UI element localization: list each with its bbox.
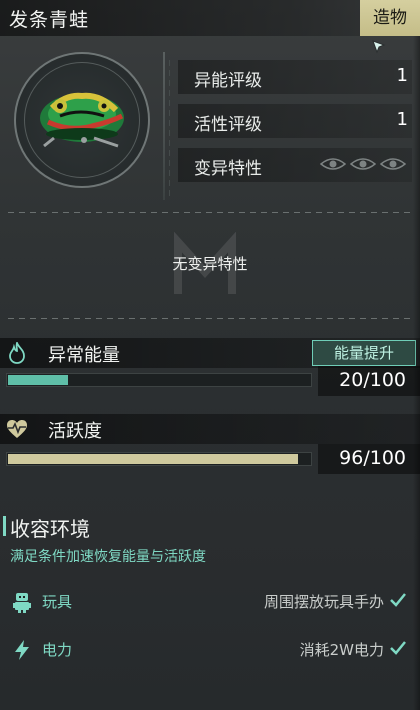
containment-accent — [3, 516, 6, 536]
stat-label: 变异特性 — [194, 159, 262, 179]
portrait-divider-dash — [169, 60, 170, 200]
toy-robot-icon — [13, 593, 31, 613]
mouse-cursor-icon — [372, 40, 386, 54]
stat-label: 活性评级 — [194, 115, 262, 135]
category-tag: 造物 — [360, 0, 420, 36]
eye-icon — [350, 158, 376, 170]
no-mutation-text: 无变异特性 — [172, 255, 248, 273]
mutation-slots — [320, 157, 406, 171]
energy-label: 异常能量 — [48, 345, 120, 366]
energy-value-box: 20/100 — [318, 366, 420, 396]
condition-row-power: 电力 消耗2W电力 — [0, 630, 420, 670]
containment-title: 收容环境 — [10, 517, 90, 541]
condition-name: 电力 — [42, 641, 73, 659]
header-bar: 发条青蛙 造物 — [0, 0, 420, 36]
eye-icon — [320, 158, 346, 170]
divider-top — [8, 212, 412, 213]
energy-bar — [6, 373, 312, 387]
activity-bar — [6, 452, 312, 466]
activity-value: 96/100 — [339, 447, 406, 469]
portrait-divider — [163, 52, 165, 200]
activity-value-box: 96/100 — [318, 444, 420, 474]
eye-icon — [380, 158, 406, 170]
stat-value: 1 — [396, 65, 408, 86]
divider-bottom — [8, 318, 412, 319]
creature-name: 发条青蛙 — [9, 9, 90, 31]
condition-desc: 周围摆放玩具手办 — [263, 593, 384, 611]
energy-value: 20/100 — [339, 369, 406, 391]
creature-detail-panel: 发条青蛙 造物 异能评级 1 活性评级 1 变异特性 无变异特性 异常能量 能量… — [0, 0, 420, 710]
activity-bar-fill — [8, 454, 298, 464]
energy-icon-box — [0, 338, 34, 368]
condition-row-toy: 玩具 周围摆放玩具手办 — [0, 582, 420, 622]
stat-row-activity-rating: 活性评级 1 — [178, 102, 412, 140]
activity-header: 活跃度 — [0, 414, 420, 444]
condition-desc: 消耗2W电力 — [299, 641, 384, 659]
stat-row-mutation-traits: 变异特性 — [178, 146, 412, 184]
scroll-edge — [413, 36, 420, 710]
heart-pulse-icon — [7, 420, 27, 438]
energy-bar-fill — [8, 375, 68, 385]
lightning-icon — [15, 640, 29, 660]
stat-value: 1 — [396, 109, 408, 130]
activity-icon-box — [0, 414, 34, 444]
stat-row-ability-rating: 异能评级 1 — [178, 58, 412, 96]
activity-label: 活跃度 — [48, 421, 102, 442]
containment-subtitle: 满足条件加速恢复能量与活跃度 — [10, 549, 206, 565]
stat-label: 异能评级 — [194, 71, 262, 91]
condition-name: 玩具 — [42, 593, 73, 611]
check-icon — [390, 593, 406, 607]
flame-icon — [9, 342, 25, 364]
energy-boost-button[interactable]: 能量提升 — [312, 340, 416, 366]
wind-up-frog-icon — [40, 92, 124, 148]
check-icon — [390, 641, 406, 655]
